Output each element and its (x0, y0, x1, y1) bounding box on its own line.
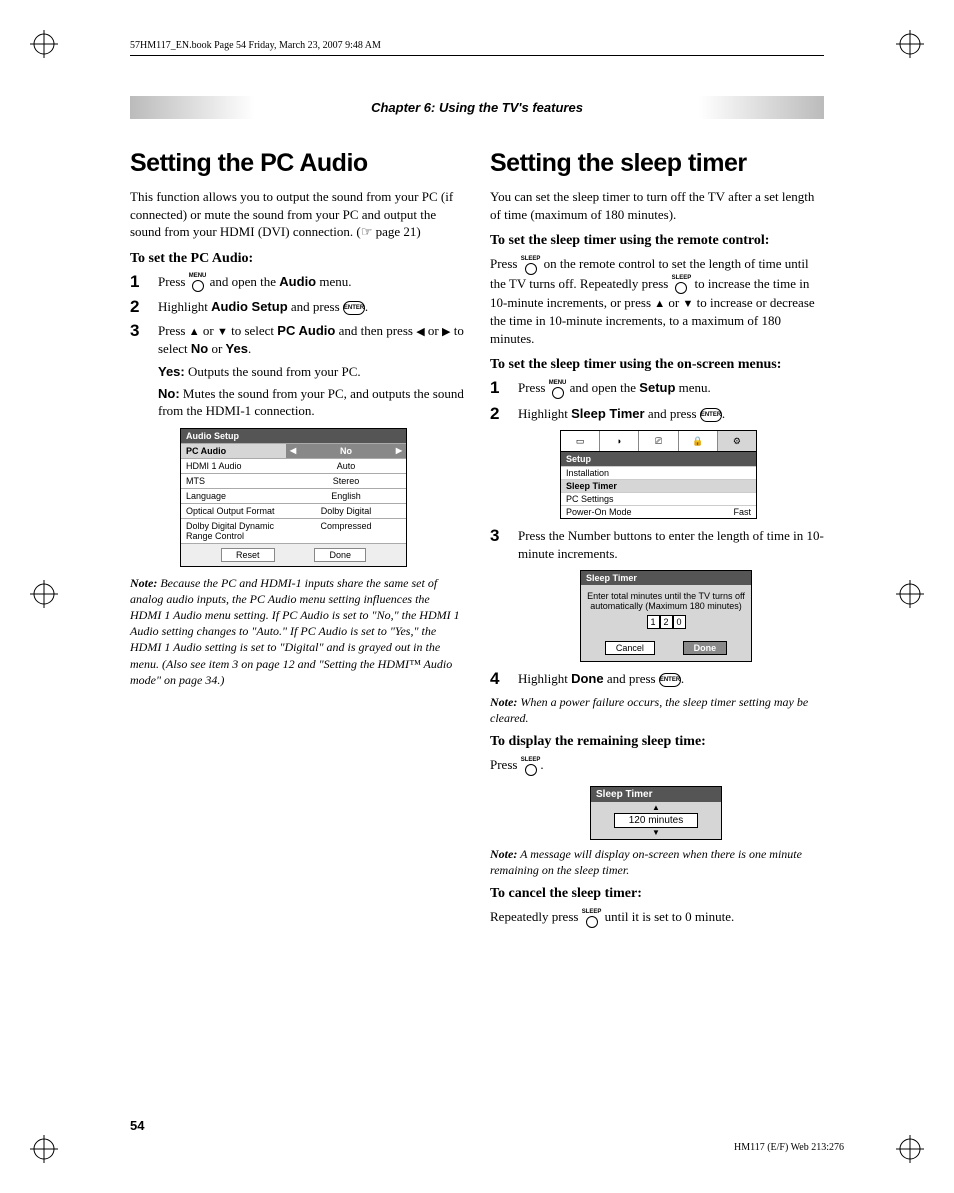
tab-icon: ⎚ (639, 431, 678, 451)
menu-row: MTSStereo (181, 473, 406, 488)
step-1: 1 Press MENU and open the Audio menu. (130, 273, 464, 293)
up-arrow-icon: ▲ (654, 298, 665, 310)
right-arrow-icon: ▶ (396, 446, 402, 455)
right-column: Setting the sleep timer You can set the … (490, 149, 824, 938)
remaining-time-display: Sleep Timer ▲ 120 minutes ▼ (590, 786, 722, 840)
cancel-button: Cancel (605, 641, 655, 655)
setup-row: Power-On ModeFast (561, 505, 756, 518)
sleep-button-icon: SLEEP (582, 909, 602, 928)
digit-entry: 1 2 0 (587, 615, 745, 629)
crop-mark-icon (30, 1135, 58, 1163)
enter-button-icon: ENTER (659, 673, 681, 687)
step-3: 3Press the Number buttons to enter the l… (490, 527, 824, 562)
remaining-instructions: Press SLEEP. (490, 756, 824, 776)
menu-button-icon: MENU (549, 380, 567, 399)
yes-description: Yes: Outputs the sound from your PC. (158, 363, 464, 381)
left-column: Setting the PC Audio This function allow… (130, 149, 464, 938)
dialog-title: Sleep Timer (581, 571, 751, 585)
section-title-sleep-timer: Setting the sleep timer (490, 149, 824, 178)
note-power-failure: Note: When a power failure occurs, the s… (490, 694, 824, 726)
done-button: Done (683, 641, 728, 655)
tab-icon: ◗ (600, 431, 639, 451)
note-pc-audio: Note: Because the PC and HDMI-1 inputs s… (130, 575, 464, 688)
setup-row-sleep-timer: Sleep Timer (561, 479, 756, 492)
setup-menu: ▭ ◗ ⎚ 🔒 ⚙ Setup Installation Sleep Timer… (560, 430, 757, 519)
menu-title: Audio Setup (181, 429, 406, 443)
enter-button-icon: ENTER (700, 408, 722, 422)
up-arrow-icon: ▲ (189, 326, 200, 338)
setup-row: Installation (561, 466, 756, 479)
remaining-value: 120 minutes (614, 813, 698, 828)
step-4: 4 Highlight Done and press ENTER. (490, 670, 824, 688)
setup-header: Setup (561, 452, 756, 466)
step-1: 1 Press MENU and open the Setup menu. (490, 379, 824, 399)
left-arrow-icon: ◀ (290, 446, 296, 455)
crop-mark-icon (30, 580, 58, 608)
subheading-remote: To set the sleep timer using the remote … (490, 233, 824, 249)
menu-row: Dolby Digital Dynamic Range ControlCompr… (181, 518, 406, 543)
reset-button: Reset (221, 548, 275, 562)
crop-mark-icon (896, 580, 924, 608)
down-arrow-icon: ▼ (591, 829, 721, 837)
intro-text: This function allows you to output the s… (130, 188, 464, 241)
note-one-minute: Note: A message will display on-screen w… (490, 846, 824, 878)
step-3: 3 Press ▲ or ▼ to select PC Audio and th… (130, 322, 464, 357)
left-arrow-icon: ◀ (416, 326, 424, 338)
remote-instructions: Press SLEEP on the remote control to set… (490, 255, 824, 347)
header-rule (130, 55, 824, 56)
crop-mark-icon (30, 30, 58, 58)
menu-button-icon: MENU (189, 273, 207, 292)
tab-icon: ▭ (561, 431, 600, 451)
intro-text: You can set the sleep timer to turn off … (490, 188, 824, 223)
subheading-set-pc-audio: To set the PC Audio: (130, 251, 464, 267)
enter-button-icon: ENTER (343, 301, 365, 315)
setup-row: PC Settings (561, 492, 756, 505)
digit: 0 (673, 615, 686, 629)
down-arrow-icon: ▼ (683, 298, 694, 310)
menu-row: Optical Output FormatDolby Digital (181, 503, 406, 518)
crop-mark-icon (896, 30, 924, 58)
chapter-title: Chapter 6: Using the TV's features (130, 96, 824, 119)
step-2: 2 Highlight Audio Setup and press ENTER. (130, 298, 464, 316)
sleep-button-icon: SLEEP (521, 256, 541, 275)
menu-row: LanguageEnglish (181, 488, 406, 503)
crop-mark-icon (896, 1135, 924, 1163)
menu-row: HDMI 1 AudioAuto (181, 458, 406, 473)
header-meta: 57HM117_EN.book Page 54 Friday, March 23… (130, 40, 874, 51)
no-description: No: Mutes the sound from your PC, and ou… (158, 385, 464, 420)
digit: 2 (660, 615, 673, 629)
dialog-message: Enter total minutes until the TV turns o… (587, 591, 745, 611)
cancel-instructions: Repeatedly press SLEEP until it is set t… (490, 908, 824, 928)
digit: 1 (647, 615, 660, 629)
section-title-pc-audio: Setting the PC Audio (130, 149, 464, 178)
subheading-onscreen: To set the sleep timer using the on-scre… (490, 357, 824, 373)
manual-page: 57HM117_EN.book Page 54 Friday, March 23… (0, 0, 954, 1193)
subheading-remaining: To display the remaining sleep time: (490, 734, 824, 750)
up-arrow-icon: ▲ (591, 804, 721, 812)
down-arrow-icon: ▼ (217, 326, 228, 338)
sleep-timer-dialog: Sleep Timer Enter total minutes until th… (580, 570, 752, 662)
sleep-button-icon: SLEEP (521, 757, 541, 776)
page-number: 54 (130, 1118, 144, 1133)
setup-tabs: ▭ ◗ ⎚ 🔒 ⚙ (561, 431, 756, 452)
tab-icon: 🔒 (679, 431, 718, 451)
audio-setup-menu: Audio Setup PC Audio◀No▶ HDMI 1 AudioAut… (180, 428, 407, 567)
menu-button-row: Reset Done (181, 543, 406, 566)
display-title: Sleep Timer (591, 787, 721, 802)
sleep-button-icon: SLEEP (672, 275, 692, 294)
subheading-cancel: To cancel the sleep timer: (490, 886, 824, 902)
footer-code: HM117 (E/F) Web 213:276 (734, 1142, 844, 1153)
done-button: Done (314, 548, 366, 562)
menu-row-pc-audio: PC Audio◀No▶ (181, 443, 406, 458)
step-2: 2 Highlight Sleep Timer and press ENTER. (490, 405, 824, 423)
tab-icon-selected: ⚙ (718, 431, 756, 451)
